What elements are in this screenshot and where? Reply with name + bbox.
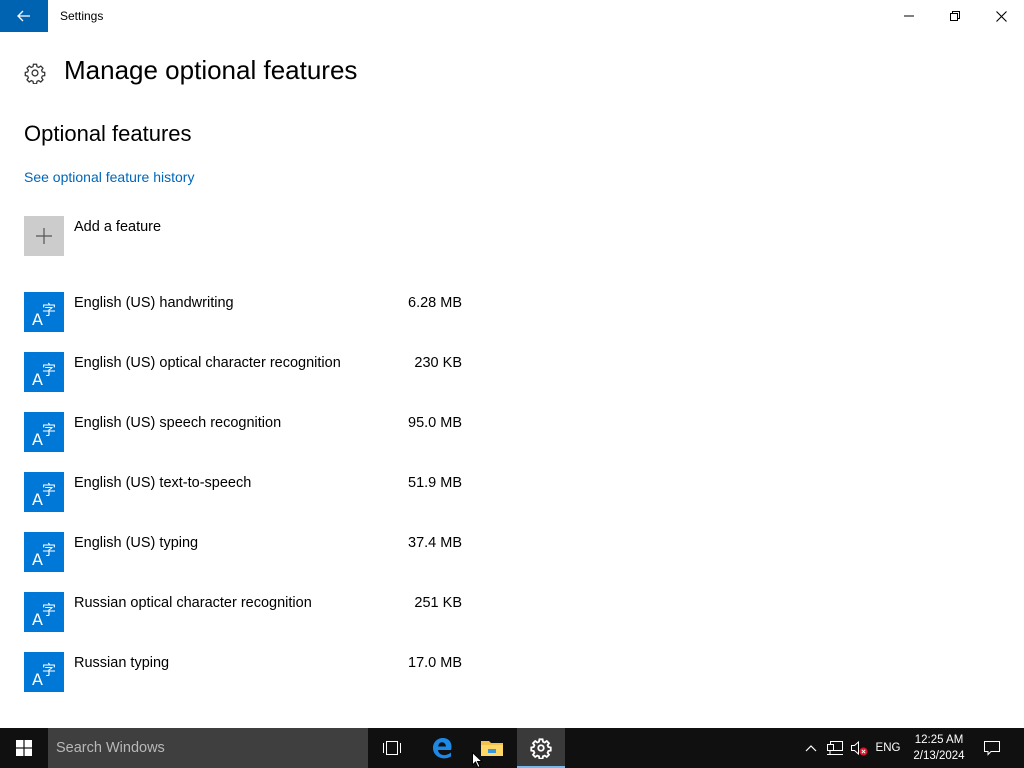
system-clock[interactable]: 12:25 AM 2/13/2024	[906, 732, 972, 764]
optional-feature-history-link[interactable]: See optional feature history	[24, 169, 194, 185]
edge-browser-icon	[433, 738, 452, 759]
volume-muted-icon	[851, 740, 868, 756]
feature-item-russian-typing[interactable]: A 字 Russian typing 17.0 MB	[24, 652, 464, 712]
notification-icon	[984, 741, 1000, 756]
start-button[interactable]	[0, 728, 48, 768]
page-title: Manage optional features	[64, 55, 358, 85]
maximize-icon	[950, 11, 960, 21]
taskbar: Search Windows ENG 12:25 AM 2/13/2024	[0, 728, 1024, 768]
close-icon	[995, 10, 1007, 22]
action-center-button[interactable]	[976, 728, 1008, 768]
feature-name: Russian typing	[74, 655, 170, 671]
feature-name: Russian optical character recognition	[74, 595, 312, 611]
chevron-up-icon	[805, 745, 817, 752]
language-icon: A 字	[24, 532, 64, 572]
feature-size: 37.4 MB	[408, 535, 462, 551]
network-tray-button[interactable]	[824, 728, 846, 768]
feature-size: 17.0 MB	[408, 655, 462, 671]
plus-icon	[36, 228, 52, 244]
feature-size: 251 KB	[414, 595, 462, 611]
restore-button[interactable]	[932, 0, 978, 32]
minimize-icon	[904, 15, 914, 17]
svg-text:字: 字	[42, 303, 56, 319]
volume-tray-button[interactable]	[848, 728, 870, 768]
feature-size: 51.9 MB	[408, 475, 462, 491]
svg-text:字: 字	[42, 363, 56, 379]
svg-text:字: 字	[42, 603, 56, 619]
minimize-button[interactable]	[886, 0, 932, 32]
page-header: Manage optional features	[24, 55, 357, 90]
title-bar: Settings	[0, 0, 1024, 32]
back-arrow-icon	[17, 10, 30, 22]
add-feature-label: Add a feature	[74, 219, 162, 235]
clock-time: 12:25 AM	[914, 734, 964, 746]
feature-name: English (US) text-to-speech	[74, 475, 252, 491]
network-icon	[827, 741, 843, 755]
language-icon: A 字	[24, 412, 64, 452]
svg-text:字: 字	[42, 663, 56, 679]
feature-size: 6.28 MB	[408, 295, 462, 311]
windows-logo-icon	[16, 740, 32, 756]
feature-item-english-tts[interactable]: A 字 English (US) text-to-speech 51.9 MB	[24, 472, 464, 532]
feature-name: English (US) typing	[74, 535, 199, 551]
language-icon: A 字	[24, 352, 64, 392]
task-view-button[interactable]	[368, 728, 416, 768]
window-title: Settings	[60, 9, 104, 23]
close-button[interactable]	[978, 0, 1024, 32]
svg-text:字: 字	[42, 423, 56, 439]
svg-text:字: 字	[42, 483, 56, 499]
mouse-cursor-icon	[472, 752, 484, 768]
feature-name: English (US) handwriting	[74, 295, 234, 311]
clock-date: 2/13/2024	[913, 750, 965, 762]
feature-item-english-speech[interactable]: A 字 English (US) speech recognition 95.0…	[24, 412, 464, 472]
language-icon: A 字	[24, 592, 64, 632]
gear-icon	[24, 63, 46, 84]
language-icon: A 字	[24, 292, 64, 332]
input-language-indicator[interactable]: ENG	[872, 728, 904, 768]
task-view-icon	[383, 741, 401, 755]
feature-item-english-typing[interactable]: A 字 English (US) typing 37.4 MB	[24, 532, 464, 592]
feature-list: A 字 English (US) handwriting 6.28 MB A 字…	[24, 292, 464, 712]
add-feature-button[interactable]: Add a feature	[24, 216, 161, 257]
back-button[interactable]	[0, 0, 48, 32]
language-icon: A 字	[24, 652, 64, 692]
svg-text:字: 字	[42, 543, 56, 559]
search-placeholder: Search Windows	[56, 740, 165, 756]
section-title: Optional features	[24, 121, 192, 146]
add-feature-tile	[24, 216, 64, 256]
feature-item-english-handwriting[interactable]: A 字 English (US) handwriting 6.28 MB	[24, 292, 464, 352]
show-hidden-icons-button[interactable]	[800, 728, 822, 768]
feature-item-russian-ocr[interactable]: A 字 Russian optical character recognitio…	[24, 592, 464, 652]
feature-name: English (US) speech recognition	[74, 415, 282, 431]
language-icon: A 字	[24, 472, 64, 512]
settings-gear-icon	[530, 738, 552, 759]
feature-item-english-ocr[interactable]: A 字 English (US) optical character recog…	[24, 352, 464, 412]
feature-size: 230 KB	[414, 355, 462, 371]
feature-size: 95.0 MB	[408, 415, 462, 431]
edge-taskbar-button[interactable]	[418, 728, 466, 768]
taskbar-search-box[interactable]: Search Windows	[48, 728, 368, 768]
settings-taskbar-button[interactable]	[517, 728, 565, 768]
feature-name: English (US) optical character recogniti…	[74, 355, 341, 371]
